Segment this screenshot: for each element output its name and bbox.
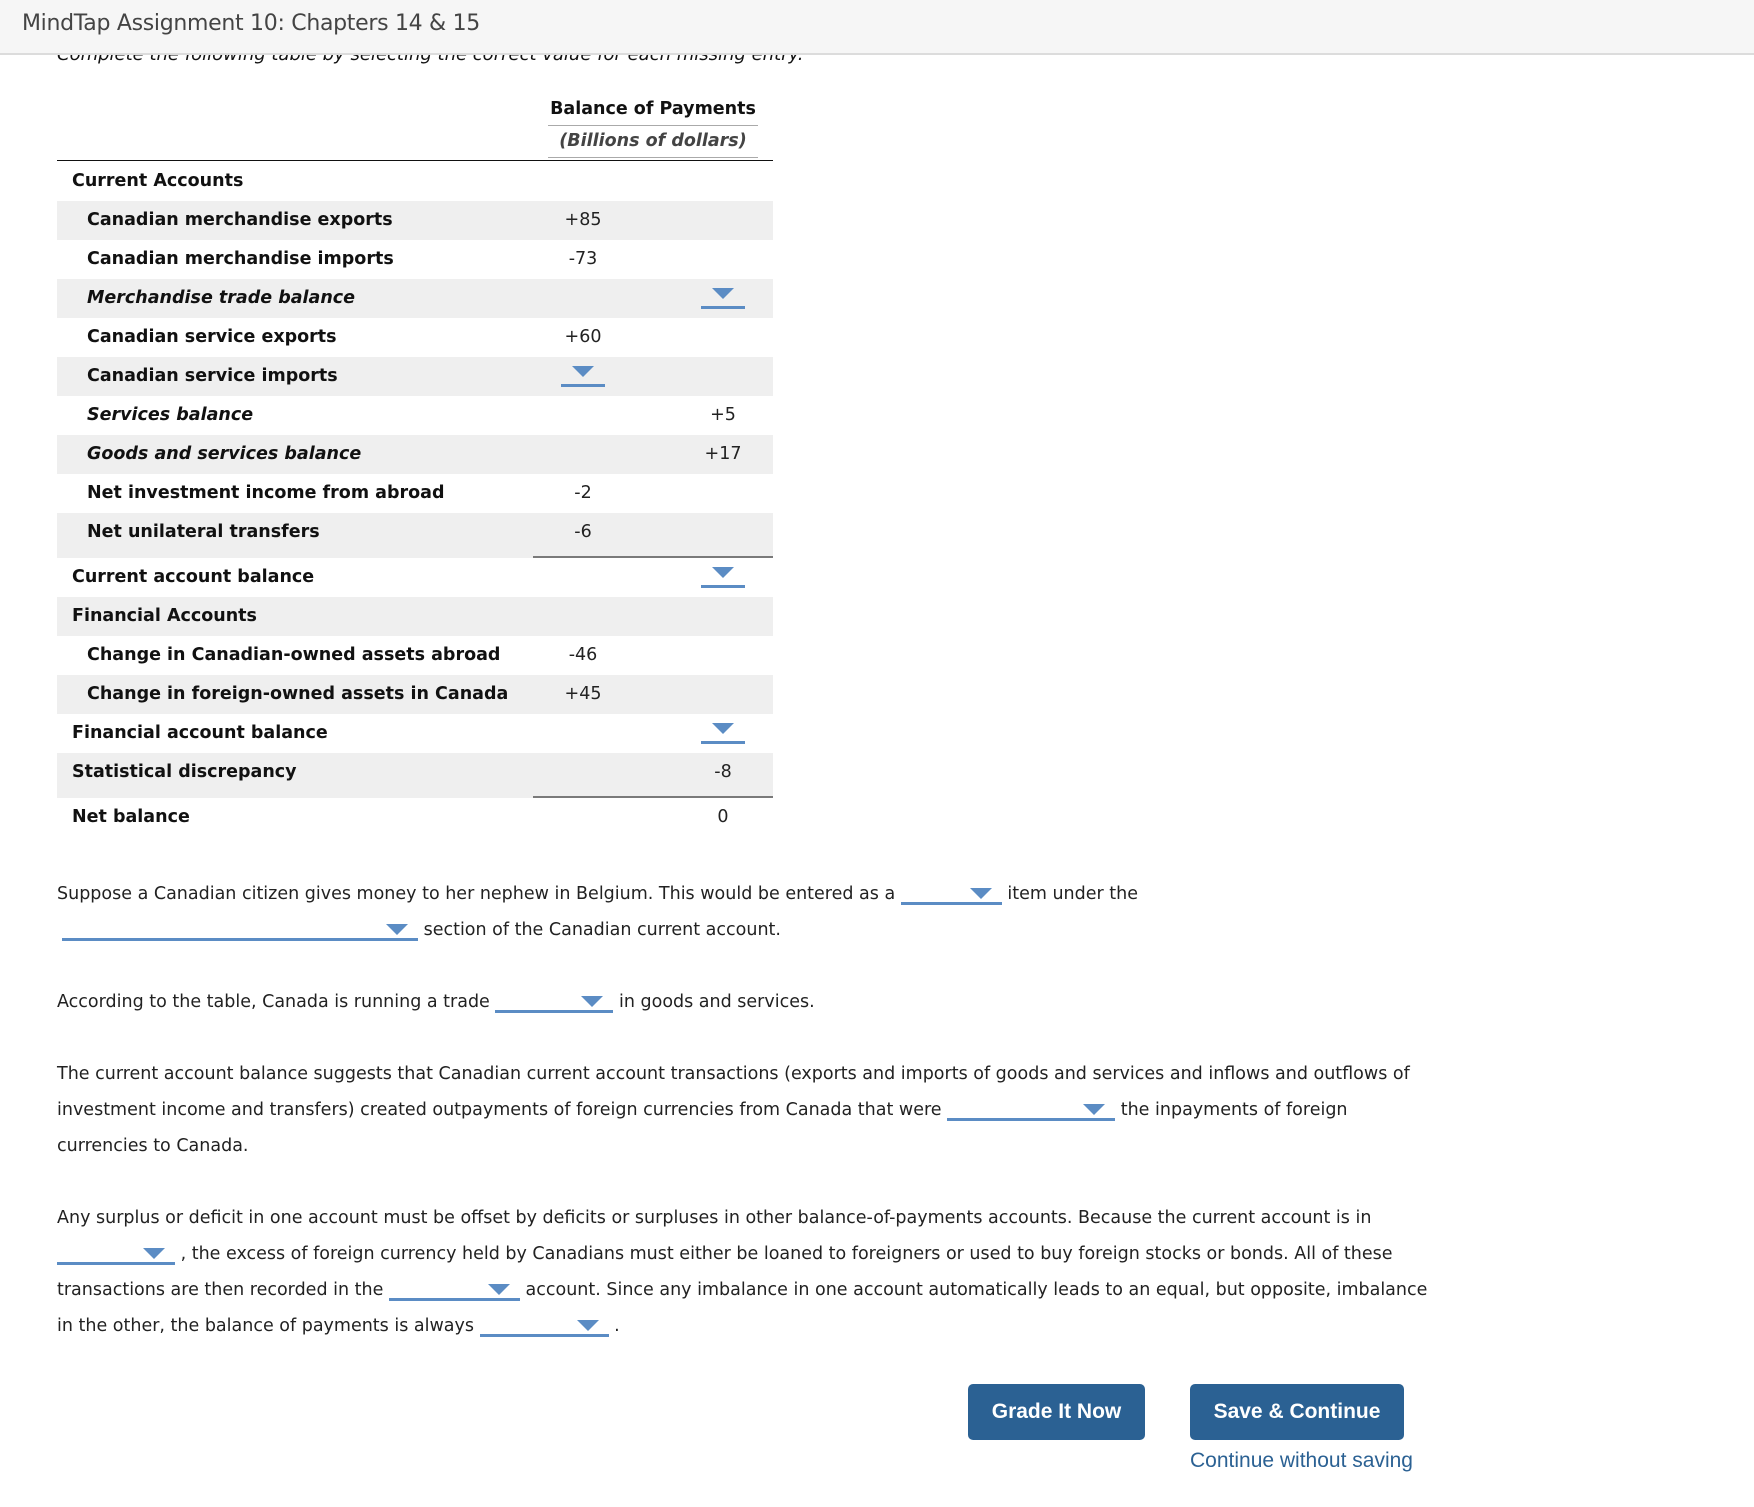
row-value-cell: [673, 714, 773, 753]
chevron-down-icon: [572, 366, 594, 377]
row-value: +85: [564, 210, 602, 230]
table-row: Net unilateral transfers -6: [57, 513, 773, 558]
save-and-continue-button[interactable]: Save & Continue: [1190, 1384, 1404, 1440]
table-row: Services balance +5: [57, 396, 773, 435]
continue-without-saving-link[interactable]: Continue without saving: [1190, 1449, 1413, 1473]
merchandise-trade-balance-dropdown[interactable]: [701, 287, 745, 309]
row-label: Change in Canadian-owned assets abroad: [87, 645, 501, 665]
chevron-down-icon: [969, 888, 992, 899]
financial-account-balance-dropdown[interactable]: [701, 722, 745, 744]
row-value: -8: [714, 762, 732, 782]
table-row: Current Accounts: [57, 162, 773, 201]
q1-entry-type-dropdown[interactable]: [900, 879, 1002, 905]
row-value-cell: [533, 357, 633, 396]
q4-text-4: .: [614, 1316, 620, 1336]
chevron-down-icon: [576, 1320, 599, 1331]
row-label: Net unilateral transfers: [87, 522, 320, 542]
row-value: +17: [704, 444, 742, 464]
q1-section-dropdown[interactable]: [62, 915, 418, 941]
assignment-title: MindTap Assignment 10: Chapters 14 & 15: [22, 11, 481, 36]
chevron-down-icon: [581, 996, 604, 1007]
q3-comparison-dropdown[interactable]: [947, 1095, 1116, 1121]
q2-text-2: in goods and services.: [618, 992, 815, 1012]
q4-text-1: Any surplus or deficit in one account mu…: [57, 1208, 1372, 1228]
q4-balance-dropdown[interactable]: [479, 1311, 609, 1337]
row-label: Canadian service exports: [87, 327, 337, 347]
q1-text-1: Suppose a Canadian citizen gives money t…: [57, 884, 896, 904]
row-value-cell: [673, 558, 773, 597]
row-value: -6: [574, 522, 592, 542]
table-top-rule: [57, 160, 773, 161]
table-row: Financial Accounts: [57, 597, 773, 636]
row-label: Change in foreign-owned assets in Canada: [87, 684, 509, 704]
question-1: Suppose a Canadian citizen gives money t…: [57, 876, 1457, 948]
question-2: According to the table, Canada is runnin…: [57, 984, 1457, 1020]
chevron-down-icon: [712, 567, 734, 578]
chevron-down-icon: [712, 723, 734, 734]
current-account-balance-dropdown[interactable]: [701, 566, 745, 588]
q2-trade-dropdown[interactable]: [495, 987, 614, 1013]
table-row: Canadian service exports +60: [57, 318, 773, 357]
row-label: Net investment income from abroad: [87, 483, 445, 503]
row-value-cell: [673, 279, 773, 318]
top-bar: MindTap Assignment 10: Chapters 14 & 15: [0, 0, 1754, 55]
row-value: -2: [574, 483, 592, 503]
row-label: Canadian merchandise imports: [87, 249, 394, 269]
service-imports-dropdown[interactable]: [561, 365, 605, 387]
table-row: Net balance 0: [57, 798, 773, 837]
table-row: Net investment income from abroad -2: [57, 474, 773, 513]
chevron-down-icon: [143, 1248, 165, 1259]
table-subheading: (Billions of dollars): [548, 131, 758, 158]
chevron-down-icon: [1083, 1104, 1106, 1115]
row-value: +45: [564, 684, 602, 704]
table-row: Merchandise trade balance: [57, 279, 773, 318]
row-value: +5: [710, 405, 736, 425]
row-label: Current account balance: [72, 567, 315, 587]
table-row: Canadian merchandise exports +85: [57, 201, 773, 240]
row-label: Financial Accounts: [72, 606, 257, 626]
question-4: Any surplus or deficit in one account mu…: [57, 1200, 1437, 1344]
grade-it-now-button[interactable]: Grade It Now: [968, 1384, 1145, 1440]
row-label: Net balance: [72, 807, 190, 827]
table-row: Change in Canadian-owned assets abroad -…: [57, 636, 773, 675]
row-value: -73: [568, 249, 598, 269]
row-label: Services balance: [87, 405, 254, 425]
table-row: Canadian service imports: [57, 357, 773, 396]
table-row: Goods and services balance +17: [57, 435, 773, 474]
chevron-down-icon: [712, 288, 734, 299]
q4-current-account-status-dropdown[interactable]: [57, 1239, 175, 1265]
table-row: Statistical discrepancy -8: [57, 753, 773, 798]
row-label: Merchandise trade balance: [87, 288, 356, 308]
row-label: Goods and services balance: [87, 444, 362, 464]
row-value: -46: [568, 645, 598, 665]
row-label: Statistical discrepancy: [72, 762, 297, 782]
question-3: The current account balance suggests tha…: [57, 1056, 1437, 1164]
row-label: Financial account balance: [72, 723, 328, 743]
table-row: Change in foreign-owned assets in Canada…: [57, 675, 773, 714]
row-value: +60: [564, 327, 602, 347]
q1-text-2: item under the: [1007, 884, 1138, 904]
row-value: 0: [717, 807, 729, 827]
table-heading: Balance of Payments: [548, 99, 758, 126]
chevron-down-icon: [487, 1284, 510, 1295]
balance-of-payments-table: Current Accounts Canadian merchandise ex…: [57, 162, 773, 837]
table-row: Financial account balance: [57, 714, 773, 753]
chevron-down-icon: [386, 924, 408, 935]
q1-text-3: section of the Canadian current account.: [423, 920, 781, 940]
row-label: Canadian merchandise exports: [87, 210, 393, 230]
row-label: Current Accounts: [72, 171, 244, 191]
q2-text-1: According to the table, Canada is runnin…: [57, 992, 490, 1012]
table-row: Canadian merchandise imports -73: [57, 240, 773, 279]
table-row: Current account balance: [57, 558, 773, 597]
q4-account-dropdown[interactable]: [388, 1275, 520, 1301]
row-label: Canadian service imports: [87, 366, 338, 386]
